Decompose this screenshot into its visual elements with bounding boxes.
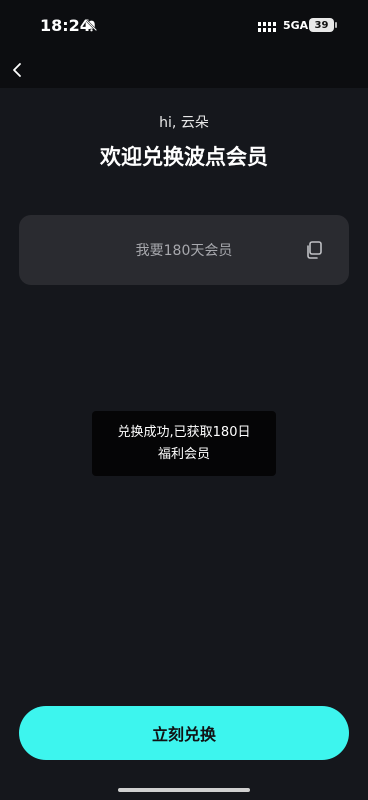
home-indicator[interactable] <box>118 788 250 792</box>
battery-tip <box>335 22 337 28</box>
chevron-left-icon[interactable] <box>6 58 30 82</box>
page-title: 欢迎兑换波点会员 <box>100 145 268 169</box>
status-time: 18:24 <box>40 16 91 35</box>
nav-bar <box>0 52 368 88</box>
redeem-code-input[interactable] <box>19 215 349 285</box>
toast-line-1: 兑换成功,已获取180日 <box>117 424 251 440</box>
greeting-text: hi, 云朵 <box>159 115 209 131</box>
battery-icon: 39 <box>309 18 334 32</box>
redeem-now-button[interactable]: 立刻兑换 <box>19 706 349 760</box>
success-toast: 兑换成功,已获取180日 福利会员 <box>92 411 276 476</box>
bell-muted-icon <box>85 19 98 32</box>
toast-line-2: 福利会员 <box>157 446 210 462</box>
redeem-screen: 18:24 5GA 39 hi, 云朵 欢迎兑换波点会员 我要180天会员 兑换… <box>0 0 368 800</box>
status-bar: 18:24 5GA 39 <box>0 0 368 52</box>
redeem-code-box[interactable] <box>19 215 349 285</box>
battery-level: 39 <box>314 19 329 31</box>
copy-icon[interactable] <box>304 240 324 260</box>
network-type: 5GA <box>283 19 309 32</box>
signal-icon <box>258 22 276 32</box>
